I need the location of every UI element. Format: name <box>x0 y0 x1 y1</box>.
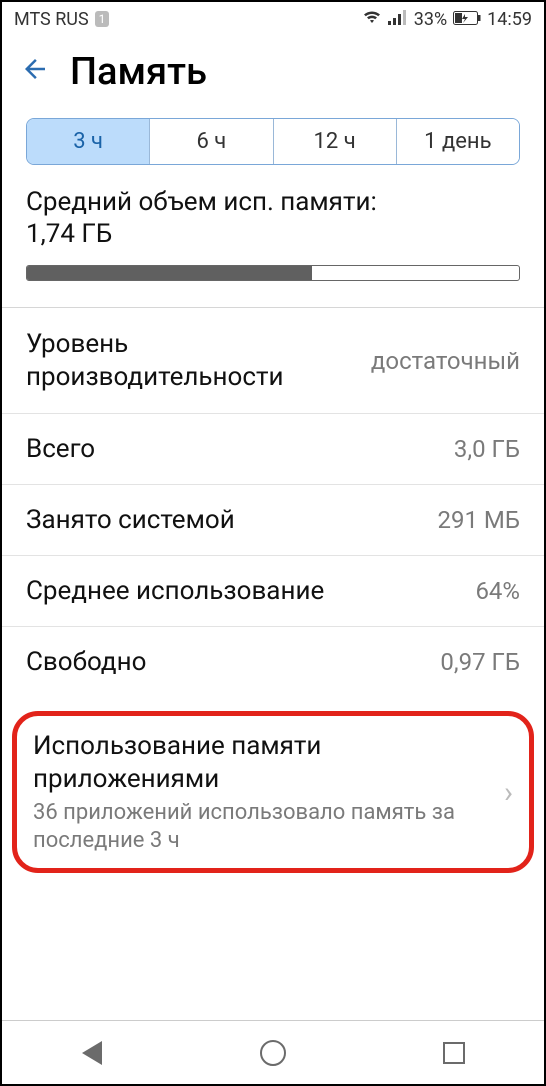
row-free-label: Свободно <box>26 647 146 677</box>
row-system-label: Занято системой <box>26 505 235 535</box>
nav-home-button[interactable] <box>257 1037 289 1069</box>
sim-badge: 1 <box>95 11 110 27</box>
signal-icon <box>388 9 408 30</box>
header: Память <box>2 36 544 118</box>
status-left: MTS RUS 1 <box>14 9 109 30</box>
avg-memory-label: Средний объем исп. памяти: <box>26 187 520 217</box>
segment-3h[interactable]: 3 ч <box>27 119 150 164</box>
segment-6h[interactable]: 6 ч <box>150 119 273 164</box>
segment-1day[interactable]: 1 день <box>397 119 519 164</box>
avg-memory-block: Средний объем исп. памяти: 1,74 ГБ <box>2 187 544 293</box>
nav-back-button[interactable] <box>76 1037 108 1069</box>
segment-12h[interactable]: 12 ч <box>274 119 397 164</box>
row-total-label: Всего <box>26 434 95 464</box>
row-performance-label: Уровень производительности <box>26 328 346 393</box>
nav-bar <box>2 1020 544 1084</box>
carrier-label: MTS RUS <box>14 9 89 30</box>
chevron-right-icon: › <box>504 775 513 810</box>
wifi-icon <box>362 9 382 30</box>
time-range-segmented: 3 ч 6 ч 12 ч 1 день <box>26 118 520 165</box>
row-total[interactable]: Всего 3,0 ГБ <box>2 414 544 485</box>
apps-memory-title: Использование памяти приложениями <box>33 730 504 795</box>
device-frame: MTS RUS 1 33% 14:59 Память 3 ч 6 ч 12 ч … <box>0 0 546 1086</box>
row-average-label: Среднее использование <box>26 576 324 606</box>
row-system[interactable]: Занято системой 291 МБ <box>2 485 544 556</box>
nav-recent-button[interactable] <box>438 1037 470 1069</box>
row-free[interactable]: Свободно 0,97 ГБ <box>2 627 544 697</box>
page-title: Память <box>70 50 207 94</box>
apps-memory-subtitle: 36 приложений использовало память за пос… <box>33 799 504 854</box>
status-right: 33% 14:59 <box>362 9 532 30</box>
status-bar: MTS RUS 1 33% 14:59 <box>2 2 544 36</box>
memory-progress <box>26 265 520 281</box>
apps-memory-usage[interactable]: Использование памяти приложениями 36 при… <box>12 711 534 873</box>
row-performance[interactable]: Уровень производительности достаточный <box>2 308 544 414</box>
row-free-value: 0,97 ГБ <box>440 648 520 676</box>
back-icon[interactable] <box>20 54 50 90</box>
row-system-value: 291 МБ <box>438 506 521 534</box>
row-total-value: 3,0 ГБ <box>454 435 520 463</box>
row-average-value: 64% <box>475 577 520 605</box>
row-performance-value: достаточный <box>371 347 520 375</box>
memory-progress-fill <box>27 266 312 280</box>
battery-icon <box>453 9 481 30</box>
row-average[interactable]: Среднее использование 64% <box>2 556 544 627</box>
clock: 14:59 <box>487 9 532 30</box>
battery-pct: 33% <box>414 9 447 30</box>
apps-memory-texts: Использование памяти приложениями 36 при… <box>33 730 504 854</box>
avg-memory-value: 1,74 ГБ <box>26 219 520 249</box>
